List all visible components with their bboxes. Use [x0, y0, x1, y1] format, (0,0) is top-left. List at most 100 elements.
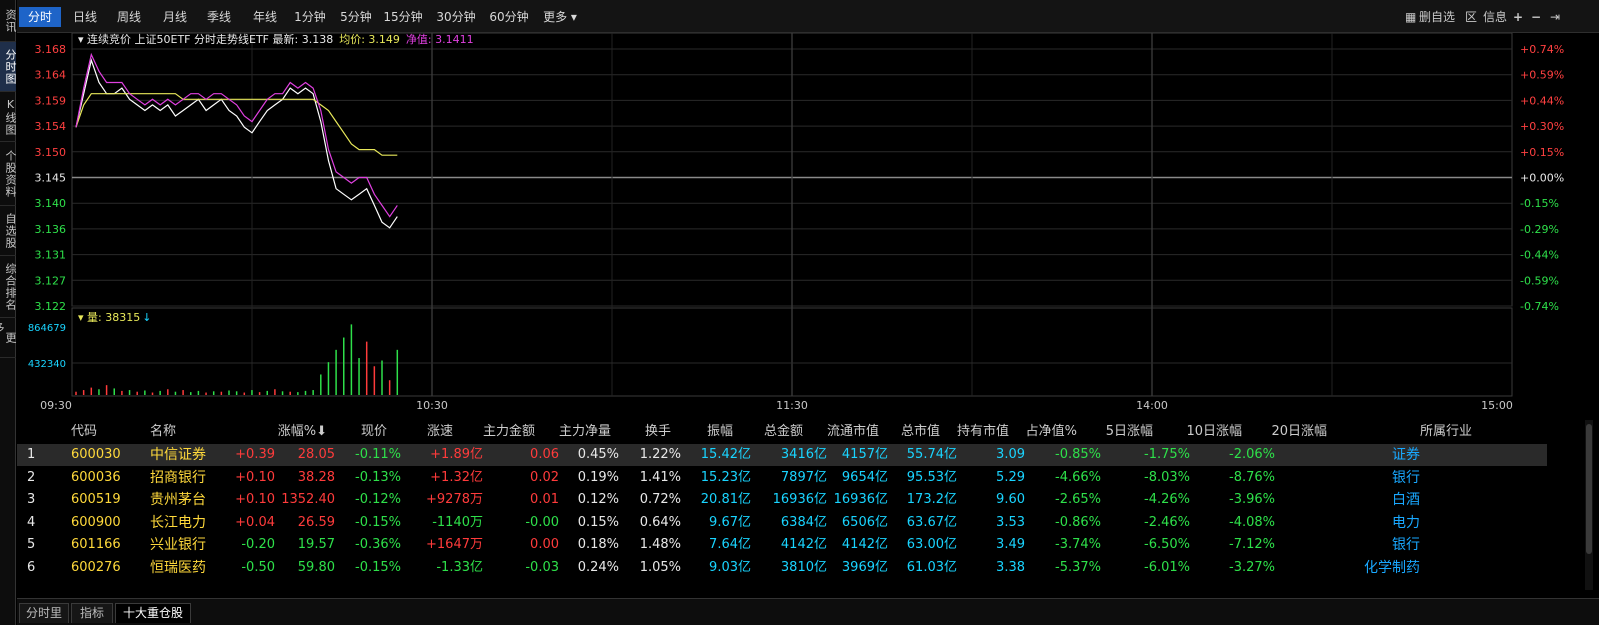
volume-header-text: ▾ 量: 38315	[78, 311, 140, 324]
period-tab-10[interactable]: 60分钟	[485, 7, 533, 27]
column-header-hold_cap[interactable]: 持有市值	[957, 420, 1009, 439]
column-header-total_amt[interactable]: 总金额	[764, 420, 803, 439]
period-tab-7[interactable]: 5分钟	[335, 7, 377, 27]
volume-tick-label: 432340	[28, 359, 66, 370]
period-tab-1[interactable]: 日线	[65, 7, 105, 27]
table-row[interactable]: 6 600276 恒瑞医药 -0.50 59.80 -0.15% -1.33亿 -0.03 0.…	[17, 557, 1547, 579]
table-row[interactable]: 1 600030 中信证券 +0.39 28.05 -0.11% +1.89亿 0.06 0.4…	[17, 444, 1547, 466]
table-row[interactable]: 5 601166 兴业银行 -0.20 19.57 -0.36% +1647万 0.00 0.1…	[17, 534, 1547, 556]
cell-d5: -2.65%	[1055, 492, 1101, 507]
cell-chg: -0.20	[241, 537, 275, 552]
period-tab-6[interactable]: 1分钟	[289, 7, 331, 27]
period-tab-3[interactable]: 月线	[155, 7, 195, 27]
column-header-chg[interactable]: 涨幅%⬇	[278, 420, 327, 439]
price-tick-label: 3.136	[35, 223, 67, 236]
table-row[interactable]: 3 600519 贵州茅台 +0.10 1352.40 -0.12% +9278万 0.01 0…	[17, 489, 1547, 511]
zoom-out-button[interactable]: −	[1531, 7, 1541, 27]
cell-float_cap: 6384亿	[780, 514, 827, 530]
pct-tick-label: -0.44%	[1520, 249, 1559, 262]
cell-nav_pct: 3.49	[996, 537, 1025, 552]
period-tab-8[interactable]: 15分钟	[379, 7, 427, 27]
cell-d10: -6.01%	[1144, 559, 1190, 575]
price-tick-label: 3.140	[35, 197, 67, 210]
cell-d10: -2.46%	[1144, 514, 1190, 530]
cell-code: 600030	[71, 447, 121, 462]
bottom-tab-2[interactable]: 十大重仓股	[115, 603, 191, 623]
column-header-total_cap[interactable]: 总市值	[901, 420, 940, 439]
cell-float_cap: 4142亿	[780, 537, 827, 552]
info-button[interactable]: 信息	[1483, 7, 1507, 27]
column-header-main_net[interactable]: 主力净量	[559, 420, 611, 439]
cell-turnover: 0.24%	[577, 559, 619, 575]
delete-favorite-button[interactable]: 删自选	[1419, 7, 1455, 27]
column-header-nav_pct[interactable]: 占净值%	[1026, 420, 1077, 439]
cell-total_amt: 9.67亿	[709, 514, 751, 530]
column-header-amplitude[interactable]: 振幅	[707, 420, 733, 439]
row-index: 3	[27, 492, 36, 507]
cell-price: 28.05	[297, 447, 335, 462]
column-header-code[interactable]: 代码	[71, 420, 97, 439]
table-row[interactable]: 4 600900 长江电力 +0.04 26.59 -0.15% -1140万 -0.00 0.…	[17, 512, 1547, 534]
column-header-industry[interactable]: 所属行业	[1420, 420, 1472, 439]
price-tick-label: 3.127	[35, 274, 67, 287]
cell-d10: -8.03%	[1144, 469, 1190, 485]
zoom-in-button[interactable]: +	[1513, 7, 1523, 27]
cell-float_cap: 3416亿	[780, 447, 827, 462]
cell-d10: -4.26%	[1144, 492, 1190, 507]
column-header-speed[interactable]: 涨速	[427, 420, 453, 439]
cell-total_cap: 3969亿	[841, 559, 888, 575]
cell-speed: -0.15%	[355, 559, 401, 575]
pct-tick-label: -0.59%	[1520, 274, 1559, 287]
cell-nav_pct: 3.09	[996, 447, 1025, 462]
pct-tick-label: +0.00%	[1520, 172, 1564, 185]
cell-d20: -3.27%	[1229, 559, 1275, 575]
cell-turnover: 0.15%	[577, 514, 619, 530]
column-header-turnover[interactable]: 换手	[645, 420, 671, 439]
cell-price: 59.80	[297, 559, 335, 575]
period-tab-11[interactable]: 更多 ▾	[539, 7, 581, 27]
pct-tick-label: +0.30%	[1520, 120, 1564, 133]
price-tick-label: 3.145	[35, 172, 67, 185]
period-tab-4[interactable]: 季线	[199, 7, 239, 27]
column-header-name[interactable]: 名称	[150, 420, 176, 439]
period-tab-5[interactable]: 年线	[245, 7, 285, 27]
price-tick-label: 3.168	[35, 43, 67, 56]
column-header-d20[interactable]: 20日涨幅	[1271, 420, 1327, 439]
cell-chg: +0.10	[235, 469, 275, 485]
column-header-main_amt[interactable]: 主力金额	[483, 420, 535, 439]
table-row[interactable]: 2 600036 招商银行 +0.10 38.28 -0.13% +1.32亿 0.02 0.1…	[17, 467, 1547, 489]
cell-total_cap: 9654亿	[841, 469, 888, 485]
cell-code: 600276	[71, 559, 121, 575]
table-scrollbar[interactable]	[1585, 420, 1593, 590]
price-tick-label: 3.164	[35, 69, 67, 82]
cell-amplitude: 0.72%	[639, 492, 681, 507]
column-header-float_cap[interactable]: 流通市值	[827, 420, 879, 439]
bottom-tab-1[interactable]: 指标	[71, 603, 113, 623]
cell-name: 招商银行	[150, 469, 206, 486]
period-tab-9[interactable]: 30分钟	[432, 7, 480, 27]
grid-icon[interactable]: ▦	[1405, 7, 1416, 27]
cell-turnover: 0.12%	[577, 492, 619, 507]
cell-float_cap: 3810亿	[780, 559, 827, 575]
cell-amplitude: 1.22%	[639, 447, 681, 462]
sort-desc-icon: ⬇	[316, 424, 327, 439]
period-tab-0[interactable]: 分时	[19, 7, 61, 27]
cell-price: 1352.40	[281, 492, 335, 507]
pct-tick-label: -0.15%	[1520, 197, 1559, 210]
cell-main_net: -0.00	[525, 514, 559, 530]
cell-main_amt: +9278万	[426, 492, 483, 507]
bottom-tab-0[interactable]: 分时里	[19, 603, 69, 623]
expand-icon[interactable]: ⇥	[1550, 7, 1560, 27]
time-tick-label: 14:00	[1136, 399, 1168, 412]
column-header-d10[interactable]: 10日涨幅	[1186, 420, 1242, 439]
region-button[interactable]: 区	[1465, 7, 1477, 27]
column-header-price[interactable]: 现价	[361, 420, 387, 439]
period-tab-2[interactable]: 周线	[109, 7, 149, 27]
column-header-d5[interactable]: 5日涨幅	[1106, 420, 1153, 439]
cell-d20: -8.76%	[1229, 469, 1275, 485]
volume-tick-label: 864679	[28, 323, 66, 334]
cell-industry: 银行	[1392, 537, 1420, 553]
intraday-chart[interactable]: 3.168 +0.74% 3.164 +0.59% 3.159 +0.44% 3.154 +0…	[0, 33, 1599, 416]
scrollbar-thumb[interactable]	[1586, 424, 1592, 554]
cell-d20: -7.12%	[1229, 537, 1275, 552]
